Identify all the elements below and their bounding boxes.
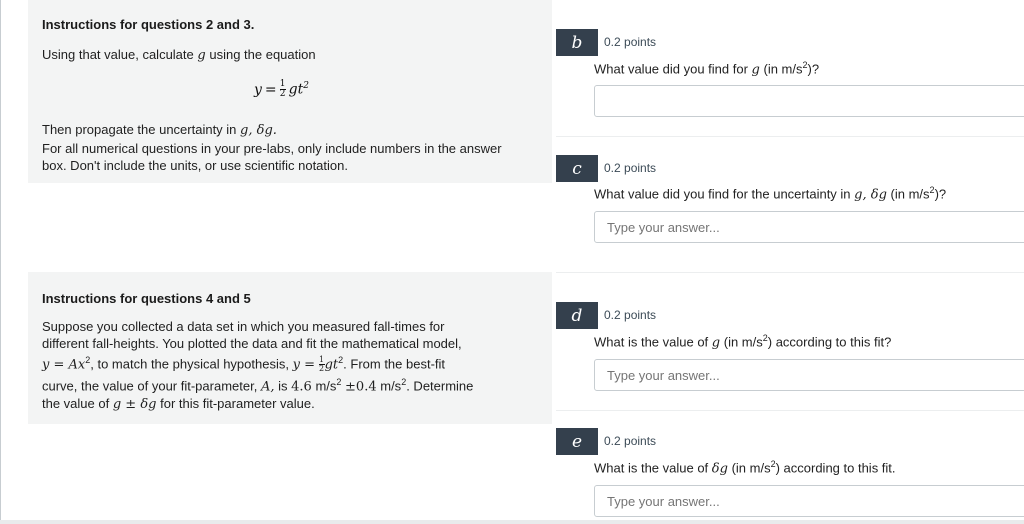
question-points: 0.2 points [604, 35, 657, 49]
question-variable: g [751, 62, 760, 78]
instructions-line-3: y = Ax 2 , to match the physical hypothesi… [42, 352, 532, 373]
instructions-title: Instructions for questions 2 and 3. [42, 17, 255, 32]
question-variable: g [711, 335, 721, 351]
fraction-denominator: 2 [319, 364, 325, 374]
question-points: 0.2 points [604, 161, 657, 175]
model-equation: y = Ax [42, 357, 86, 373]
question-unit: (in m/s [890, 186, 930, 202]
answer-input-d[interactable] [594, 359, 1024, 391]
fit-parameter-unit: m/s [315, 378, 337, 394]
question-divider [556, 136, 1024, 137]
unit-exponent: 2 [336, 377, 342, 387]
fraction-numerator: 1 [319, 355, 325, 365]
question-text-tail: ) according to this fit? [767, 334, 892, 350]
equation-equals: = [264, 81, 277, 98]
bottom-bar [0, 520, 1024, 524]
instructions-line-1: Suppose you collected a data set in whic… [42, 319, 445, 334]
answer-input-e[interactable] [594, 485, 1024, 517]
intro-tail: using the equation [209, 47, 316, 62]
quiz-page: Instructions for questions 2 and 3. Usin… [0, 0, 1024, 524]
question-variable: δg [711, 461, 728, 477]
question-points: 0.2 points [604, 434, 657, 448]
equation-rhs: gt2 [289, 81, 309, 98]
instructions-line-5: the value of g ± δg for this fit-paramet… [42, 395, 532, 413]
fit-parameter-text: curve, the value of your fit-parameter, [42, 378, 258, 394]
question-text-tail: )? [807, 61, 820, 77]
hypothesis-lhs: y = [292, 357, 315, 373]
instructions-title: Instructions for questions 4 and 5 [42, 291, 251, 306]
left-border [0, 0, 1, 524]
determine-text: . Determine [406, 378, 474, 394]
instructions-intro: Using that value, calculate g using the … [42, 46, 532, 64]
question-text: What value did you find for g (in m/s2)? [594, 60, 819, 77]
question-text-part: What is the value of [594, 334, 709, 350]
propagate-text: Then propagate the uncertainty in [42, 122, 237, 137]
question-unit: (in m/s [723, 334, 763, 350]
value-of-text: the value of [42, 396, 110, 411]
fraction-denominator: 2 [279, 89, 286, 99]
question-label-e: e [556, 428, 598, 455]
equation-rhs-term: gt [288, 81, 304, 98]
question-text: What is the value of δg (in m/s2) accord… [594, 459, 896, 476]
equation-lhs: y [254, 81, 262, 98]
instructions-line-2: different fall-heights. You plotted the … [42, 336, 462, 351]
question-variable: g, δg [854, 187, 887, 203]
question-points: 0.2 points [604, 308, 657, 322]
answer-input-c[interactable] [594, 211, 1024, 243]
best-fit-text: . From the best-fit [343, 356, 446, 372]
g-plus-minus-dg: g ± δg [112, 397, 157, 412]
question-divider [556, 272, 1024, 273]
question-text: What value did you find for the uncertai… [594, 185, 946, 202]
question-text-part: What value did you find for the uncertai… [594, 186, 851, 202]
question-text-tail: ) according to this fit. [775, 460, 896, 476]
question-divider [556, 410, 1024, 411]
fit-parameter-variable: A, [260, 379, 275, 395]
hypothesis-rhs: gt [324, 357, 339, 373]
question-label-b: b [556, 29, 598, 56]
equation: y = 1 2 gt2 [254, 80, 309, 99]
question-label-d: d [556, 302, 598, 329]
question-text-part: What is the value of [594, 460, 709, 476]
fit-parameter-value: 4.6 [291, 379, 312, 395]
fit-parameter-uncertainty: ±0.4 [345, 379, 377, 395]
intro-variable: g [197, 48, 206, 63]
answer-input-b[interactable] [594, 85, 1024, 117]
equation-exponent: 2 [303, 81, 309, 92]
propagate-variable: g, δg. [240, 123, 277, 138]
question-text-tail: )? [934, 186, 947, 202]
question-unit: (in m/s [731, 460, 771, 476]
instructions-line-4: curve, the value of your fit-parameter, … [42, 374, 532, 395]
question-label-c: c [556, 155, 598, 182]
instructions-panel-q4-q5: Instructions for questions 4 and 5 Suppo… [28, 272, 552, 424]
instructions-units-note: box. Don't include the units, or use sci… [42, 158, 348, 173]
question-text-part: What value did you find for [594, 61, 748, 77]
uncertainty-unit: m/s [380, 378, 402, 394]
instructions-panel-q2-q3: Instructions for questions 2 and 3. Usin… [28, 0, 552, 183]
fit-parameter-tail: for this fit-parameter value. [160, 396, 315, 411]
intro-text: Using that value, calculate [42, 47, 194, 62]
equation-fraction: 1 2 [279, 79, 286, 99]
fraction-numerator: 1 [279, 79, 286, 89]
question-unit: (in m/s [763, 61, 803, 77]
hypothesis-text: , to match the physical hypothesis, [90, 356, 289, 372]
question-text: What is the value of g (in m/s2) accordi… [594, 333, 891, 350]
fit-parameter-is: is [278, 378, 288, 394]
instructions-propagate: Then propagate the uncertainty in g, δg. [42, 121, 532, 139]
instructions-numeric-note: For all numerical questions in your pre-… [42, 141, 502, 156]
